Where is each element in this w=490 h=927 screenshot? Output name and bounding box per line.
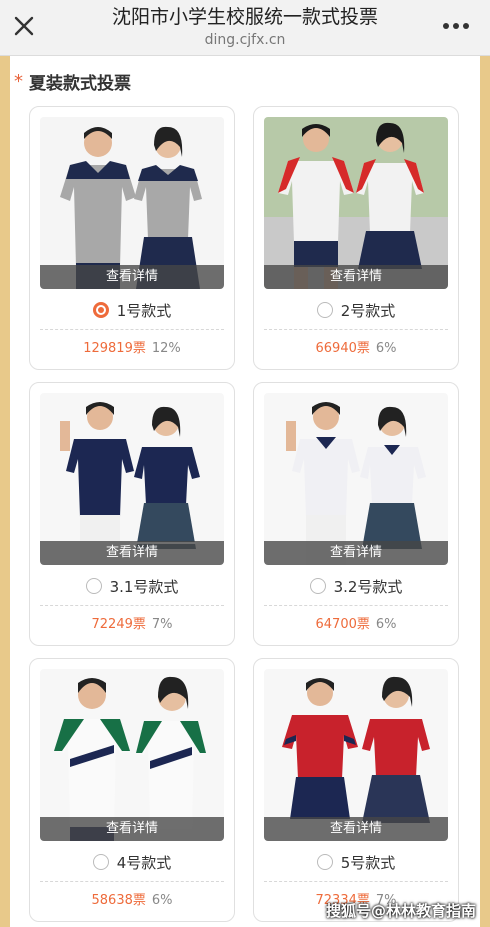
vote-stats-3: 72249票 7% (30, 613, 234, 633)
section-title: 夏装款式投票 (29, 73, 131, 94)
vote-stats-4: 64700票 6% (254, 613, 458, 633)
option-2[interactable]: 2号款式 (254, 297, 458, 323)
option-1[interactable]: 1号款式 (30, 297, 234, 323)
radio-icon[interactable] (316, 302, 333, 318)
option-label-5: 4号款式 (116, 853, 172, 872)
page-title: 沈阳市小学生校服统一款式投票 (111, 6, 378, 28)
vote-card-3[interactable]: 查看详情 3.1号款式 72249票 7% (29, 382, 235, 646)
option-4[interactable]: 3.2号款式 (254, 573, 458, 599)
close-icon[interactable] (10, 12, 38, 40)
section-header: * 夏装款式投票 (14, 68, 131, 94)
option-6[interactable]: 5号款式 (254, 849, 458, 875)
vote-count-1: 129819票 (83, 341, 146, 356)
view-details-button-3[interactable]: 查看详情 (40, 541, 224, 565)
vote-count-2: 66940票 (315, 341, 370, 356)
uniform-photo-1: 查看详情 (40, 117, 224, 289)
card-divider (40, 881, 224, 882)
card-divider (264, 605, 448, 606)
radio-icon[interactable] (309, 578, 326, 594)
card-divider (264, 881, 448, 882)
card-divider (40, 329, 224, 330)
vote-content: * 夏装款式投票 查看详情 1号款式 129819票 12% 查看详情 2号款式… (10, 56, 480, 927)
top-bar: 沈阳市小学生校服统一款式投票 ding.cjfx.cn (0, 0, 490, 56)
radio-icon[interactable] (316, 854, 333, 870)
uniform-photo-5: 查看详情 (40, 669, 224, 841)
radio-icon-selected[interactable] (92, 302, 109, 318)
vote-stats-5: 58638票 6% (30, 889, 234, 909)
option-3[interactable]: 3.1号款式 (30, 573, 234, 599)
vote-count-5: 58638票 (91, 893, 146, 908)
more-icon[interactable] (438, 14, 474, 38)
view-details-button-1[interactable]: 查看详情 (40, 265, 224, 289)
vote-card-5[interactable]: 查看详情 4号款式 58638票 6% (29, 658, 235, 922)
vote-card-2[interactable]: 查看详情 2号款式 66940票 6% (253, 106, 459, 370)
uniform-photo-6: 查看详情 (264, 669, 448, 841)
card-divider (40, 605, 224, 606)
option-label-3: 3.1号款式 (109, 577, 179, 596)
card-divider (264, 329, 448, 330)
vote-card-1[interactable]: 查看详情 1号款式 129819票 12% (29, 106, 235, 370)
view-details-button-4[interactable]: 查看详情 (264, 541, 448, 565)
page-url: ding.cjfx.cn (204, 32, 286, 48)
uniform-photo-3: 查看详情 (40, 393, 224, 565)
option-label-6: 5号款式 (340, 853, 396, 872)
vote-percent-3: 7% (151, 617, 173, 632)
vote-percent-1: 12% (151, 341, 181, 356)
required-asterisk: * (14, 70, 23, 92)
vote-percent-5: 6% (151, 893, 173, 908)
radio-icon[interactable] (92, 854, 109, 870)
view-details-button-6[interactable]: 查看详情 (264, 817, 448, 841)
vote-percent-4: 6% (375, 617, 397, 632)
uniform-photo-2: 查看详情 (264, 117, 448, 289)
vote-stats-2: 66940票 6% (254, 337, 458, 357)
vote-count-3: 72249票 (91, 617, 146, 632)
vote-stats-1: 129819票 12% (30, 337, 234, 357)
vote-count-4: 64700票 (315, 617, 370, 632)
option-5[interactable]: 4号款式 (30, 849, 234, 875)
vote-card-6[interactable]: 查看详情 5号款式 72334票 7% (253, 658, 459, 922)
vote-card-4[interactable]: 查看详情 3.2号款式 64700票 6% (253, 382, 459, 646)
option-label-4: 3.2号款式 (333, 577, 403, 596)
option-label-1: 1号款式 (116, 301, 172, 320)
title-block: 沈阳市小学生校服统一款式投票 ding.cjfx.cn (60, 4, 430, 50)
view-details-button-2[interactable]: 查看详情 (264, 265, 448, 289)
view-details-button-5[interactable]: 查看详情 (40, 817, 224, 841)
uniform-photo-4: 查看详情 (264, 393, 448, 565)
watermark: 搜狐号@林林教育指南 (325, 902, 476, 920)
radio-icon[interactable] (85, 578, 102, 594)
vote-percent-2: 6% (375, 341, 397, 356)
option-label-2: 2号款式 (340, 301, 396, 320)
